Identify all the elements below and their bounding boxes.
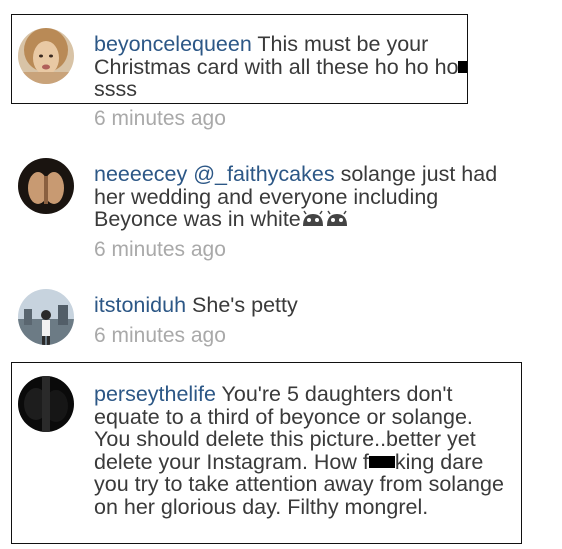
username-link[interactable]: itstoniduh <box>94 293 186 317</box>
comment-body-cont: ssss <box>94 77 137 101</box>
android-face-icon <box>325 210 349 233</box>
avatar-woman-blonde-icon[interactable] <box>18 28 74 84</box>
timestamp: 6 minutes ago <box>94 238 226 261</box>
comment-text: beyoncelequeen This must be your Christm… <box>94 33 474 101</box>
android-face-icon <box>301 210 325 233</box>
comment-body: She's petty <box>192 293 298 317</box>
avatar-dark-icon[interactable] <box>18 376 74 432</box>
username-link[interactable]: beyoncelequeen <box>94 32 252 56</box>
avatar-city-icon[interactable] <box>18 289 74 345</box>
username-link[interactable]: neeeecey <box>94 162 187 186</box>
comment-text: perseythelife You're 5 daughters don't e… <box>94 383 512 518</box>
mention-link[interactable]: @_faithycakes <box>193 162 334 186</box>
username-link[interactable]: perseythelife <box>94 382 216 406</box>
comment-text: itstoniduh She's petty <box>94 294 524 317</box>
redaction-bar <box>368 455 395 468</box>
comment-text: neeeecey @_faithycakes solange just had … <box>94 163 524 233</box>
redaction-bar <box>458 60 468 73</box>
timestamp: 6 minutes ago <box>94 107 226 130</box>
avatar-hands-icon[interactable] <box>18 158 74 214</box>
timestamp: 6 minutes ago <box>94 324 226 347</box>
